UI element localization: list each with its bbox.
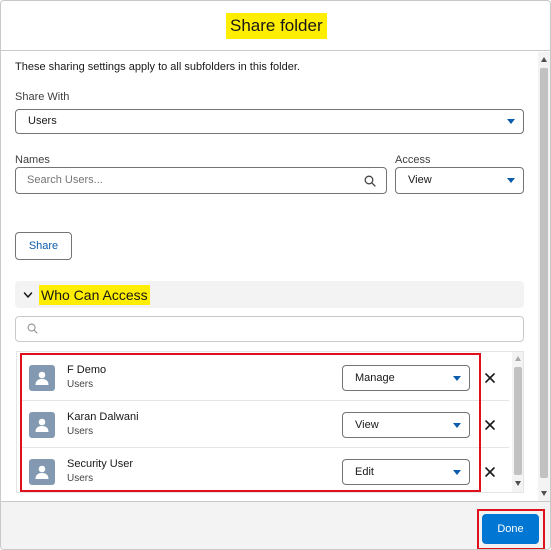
caret-down-icon xyxy=(453,470,461,475)
avatar xyxy=(29,365,55,391)
who-can-access-title: Who Can Access xyxy=(39,285,150,305)
share-with-value: Users xyxy=(28,115,57,127)
close-icon[interactable] xyxy=(484,372,496,384)
caret-down-icon xyxy=(453,376,461,381)
access-level-select[interactable]: Manage xyxy=(342,365,470,391)
scroll-up-arrow-icon[interactable] xyxy=(515,356,521,361)
access-value: View xyxy=(408,174,432,186)
names-search-input[interactable]: Search Users... xyxy=(15,167,387,194)
access-level-value: Edit xyxy=(355,466,374,478)
close-icon[interactable] xyxy=(484,466,496,478)
caret-down-icon xyxy=(453,423,461,428)
access-level-value: View xyxy=(355,419,379,431)
modal-title: Share folder xyxy=(226,13,327,39)
user-icon xyxy=(35,418,49,432)
modal-body: These sharing settings apply to all subf… xyxy=(1,52,538,500)
caret-down-icon xyxy=(507,119,515,124)
modal-header: Share folder xyxy=(1,1,550,51)
share-button[interactable]: Share xyxy=(15,232,72,260)
user-type: Users xyxy=(67,473,94,484)
list-scrollbar[interactable] xyxy=(512,352,523,492)
access-filter-input[interactable] xyxy=(15,316,524,342)
close-icon[interactable] xyxy=(484,419,496,431)
modal-footer: Done xyxy=(1,501,550,549)
access-level-select[interactable]: View xyxy=(342,412,470,438)
list-item: Security User Users Edit xyxy=(22,448,509,492)
search-icon xyxy=(27,323,38,334)
list-item: Karan Dalwani Users View xyxy=(22,401,509,448)
user-icon xyxy=(35,371,49,385)
access-level-value: Manage xyxy=(355,372,395,384)
avatar xyxy=(29,412,55,438)
user-name: Karan Dalwani xyxy=(67,411,139,423)
help-text: These sharing settings apply to all subf… xyxy=(15,61,300,73)
names-label: Names xyxy=(15,154,50,166)
caret-down-icon xyxy=(507,178,515,183)
scrollbar-thumb[interactable] xyxy=(514,367,522,475)
modal-scrollbar[interactable] xyxy=(538,52,550,501)
chevron-down-icon xyxy=(23,292,33,298)
user-type: Users xyxy=(67,379,94,390)
names-search-placeholder: Search Users... xyxy=(27,174,103,186)
share-with-label: Share With xyxy=(15,91,70,103)
scroll-up-arrow-icon[interactable] xyxy=(541,57,547,62)
user-name: Security User xyxy=(67,458,134,470)
list-item: F Demo Users Manage xyxy=(22,354,509,401)
share-folder-modal: Share folder These sharing settings appl… xyxy=(0,0,551,550)
user-name: F Demo xyxy=(67,364,107,376)
who-can-access-section-toggle[interactable]: Who Can Access xyxy=(15,281,524,308)
share-with-select[interactable]: Users xyxy=(15,109,524,134)
user-type: Users xyxy=(67,426,94,437)
search-icon xyxy=(364,175,376,187)
scroll-down-arrow-icon[interactable] xyxy=(515,481,521,486)
user-icon xyxy=(35,465,49,479)
access-level-select[interactable]: Edit xyxy=(342,459,470,485)
done-button[interactable]: Done xyxy=(482,514,539,544)
avatar xyxy=(29,459,55,485)
access-select[interactable]: View xyxy=(395,167,524,194)
scroll-down-arrow-icon[interactable] xyxy=(541,491,547,496)
access-label: Access xyxy=(395,154,431,166)
scrollbar-thumb[interactable] xyxy=(540,68,548,478)
access-list: F Demo Users Manage Karan Dalwani Users … xyxy=(16,351,524,493)
